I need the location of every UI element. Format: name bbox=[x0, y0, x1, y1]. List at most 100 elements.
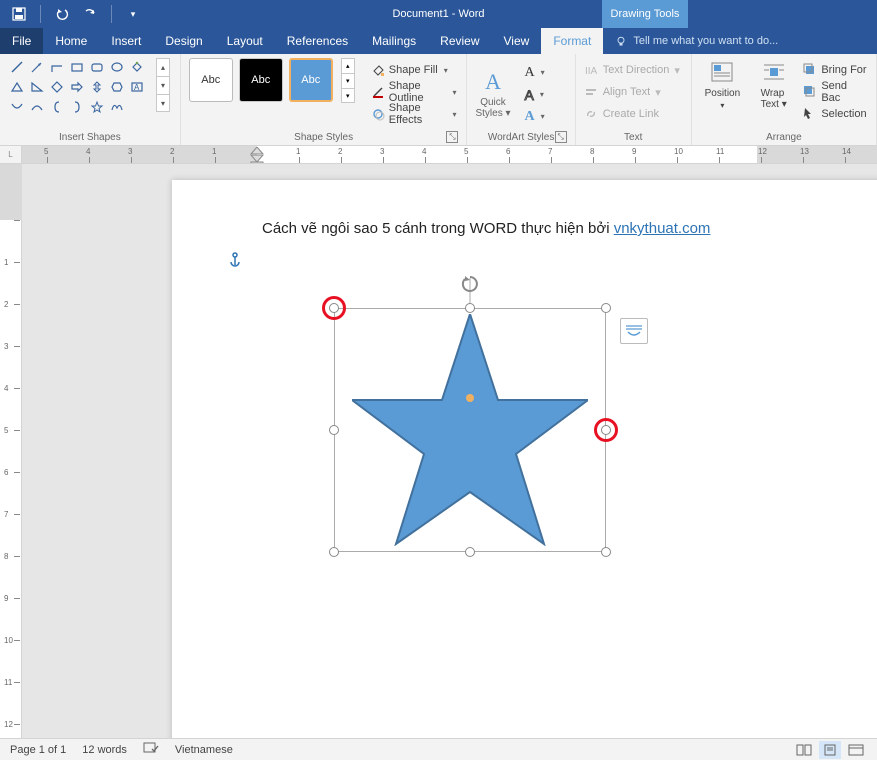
view-read-mode[interactable] bbox=[793, 741, 815, 759]
triangle-shape-icon[interactable] bbox=[8, 78, 26, 96]
view-print-layout[interactable] bbox=[819, 741, 841, 759]
shape-adjust-handle[interactable] bbox=[466, 394, 474, 402]
text-effects-button[interactable]: A▾ bbox=[523, 107, 547, 127]
shapes-scroll-down[interactable]: ▾ bbox=[156, 76, 170, 94]
body-link[interactable]: vnkythuat.com bbox=[614, 220, 711, 237]
resize-handle-sw[interactable] bbox=[329, 547, 339, 557]
wrap-text-button[interactable]: WrapText ▾ bbox=[751, 58, 796, 110]
arrow-updown-shape-icon[interactable] bbox=[88, 78, 106, 96]
tab-layout[interactable]: Layout bbox=[215, 28, 275, 54]
position-button[interactable]: Position ▾ bbox=[700, 58, 745, 110]
undo-button[interactable] bbox=[51, 3, 73, 25]
create-link-icon bbox=[584, 107, 598, 121]
text-fill-button[interactable]: A▾ bbox=[523, 63, 547, 83]
bring-forward-button[interactable]: Bring For bbox=[802, 60, 868, 80]
tab-design[interactable]: Design bbox=[153, 28, 214, 54]
body-text[interactable]: Cách vẽ ngôi sao 5 cánh trong WORD thực … bbox=[262, 221, 710, 237]
shape-fill-button[interactable]: Shape Fill▾ bbox=[369, 60, 459, 80]
layout-options-button[interactable] bbox=[620, 318, 648, 344]
rotate-handle[interactable] bbox=[460, 274, 480, 299]
rounded-rect-shape-icon[interactable] bbox=[88, 58, 106, 76]
edit-shape-icon[interactable] bbox=[128, 58, 146, 76]
bring-forward-label: Bring For bbox=[821, 64, 866, 76]
status-word-count[interactable]: 12 words bbox=[82, 744, 127, 756]
text-direction-button[interactable]: IIA Text Direction▾ bbox=[584, 60, 680, 80]
resize-handle-se[interactable] bbox=[601, 547, 611, 557]
send-backward-button[interactable]: Send Bac bbox=[802, 82, 868, 102]
tell-me-box[interactable]: Tell me what you want to do... bbox=[603, 28, 877, 54]
status-page[interactable]: Page 1 of 1 bbox=[10, 744, 66, 756]
document-canvas[interactable]: Cách vẽ ngôi sao 5 cánh trong WORD thực … bbox=[22, 164, 877, 738]
align-text-button[interactable]: Align Text▾ bbox=[584, 82, 680, 102]
brace-left-icon[interactable] bbox=[48, 98, 66, 116]
shape-style-blue-selected[interactable]: Abc bbox=[289, 58, 333, 102]
text-effects-icon: A bbox=[525, 109, 535, 125]
brace-right-icon[interactable] bbox=[68, 98, 86, 116]
shape-selection-box[interactable] bbox=[334, 308, 606, 552]
position-label: Position bbox=[705, 88, 741, 99]
create-link-button[interactable]: Create Link bbox=[584, 104, 680, 124]
bring-forward-icon bbox=[802, 62, 816, 79]
resize-handle-ne[interactable] bbox=[601, 303, 611, 313]
shape-style-black[interactable]: Abc bbox=[239, 58, 283, 102]
shape-styles-gallery[interactable]: Abc Abc Abc bbox=[189, 58, 333, 102]
star-shape[interactable] bbox=[352, 314, 588, 546]
diamond-shape-icon[interactable] bbox=[48, 78, 66, 96]
rect-shape-icon[interactable] bbox=[68, 58, 86, 76]
redo-button[interactable] bbox=[79, 3, 101, 25]
hexagon-shape-icon[interactable] bbox=[108, 78, 126, 96]
textbox-shape-icon[interactable]: A bbox=[128, 78, 146, 96]
tab-file[interactable]: File bbox=[0, 28, 43, 54]
resize-handle-w[interactable] bbox=[329, 425, 339, 435]
vertical-ruler[interactable]: 12345678910111213141516 bbox=[0, 164, 22, 738]
arrow-shape-icon[interactable] bbox=[28, 58, 46, 76]
tab-review[interactable]: Review bbox=[428, 28, 491, 54]
freeform-shape-icon[interactable] bbox=[108, 98, 126, 116]
wordart-quick-styles[interactable]: A QuickStyles ▾ bbox=[475, 69, 510, 119]
arrow-right-shape-icon[interactable] bbox=[68, 78, 86, 96]
wordart-dialog-launcher[interactable]: ⤡ bbox=[555, 131, 567, 143]
group-label-insert-shapes: Insert Shapes bbox=[59, 132, 121, 143]
text-outline-button[interactable]: A▾ bbox=[523, 85, 547, 105]
tab-mailings[interactable]: Mailings bbox=[360, 28, 428, 54]
text-outline-icon: A bbox=[525, 87, 534, 103]
shapes-scroll-up[interactable]: ▴ bbox=[156, 58, 170, 76]
resize-handle-n[interactable] bbox=[465, 303, 475, 313]
tab-references[interactable]: References bbox=[275, 28, 360, 54]
text-direction-label: Text Direction bbox=[603, 64, 670, 76]
shape-effects-button[interactable]: Shape Effects▾ bbox=[369, 104, 459, 124]
customize-qa-button[interactable]: ▾ bbox=[122, 3, 144, 25]
status-spellcheck-icon[interactable] bbox=[143, 741, 159, 758]
tab-home[interactable]: Home bbox=[43, 28, 99, 54]
selection-pane-button[interactable]: Selection bbox=[802, 104, 868, 124]
shapes-gallery[interactable]: A bbox=[8, 58, 146, 116]
resize-handle-s[interactable] bbox=[465, 547, 475, 557]
styles-more-button[interactable]: ▾ bbox=[341, 88, 355, 103]
group-label-text: Text bbox=[624, 132, 642, 143]
ribbon-tabs: File Home Insert Design Layout Reference… bbox=[0, 28, 877, 54]
hanging-indent-icon[interactable] bbox=[250, 155, 264, 163]
tab-insert[interactable]: Insert bbox=[99, 28, 153, 54]
shape-outline-button[interactable]: Shape Outline▾ bbox=[369, 82, 459, 102]
shapes-more-button[interactable]: ▾ bbox=[156, 94, 170, 112]
view-web-layout[interactable] bbox=[845, 741, 867, 759]
horizontal-ruler[interactable]: 5432112345678910111213141516 bbox=[22, 146, 877, 163]
oval-shape-icon[interactable] bbox=[108, 58, 126, 76]
save-button[interactable] bbox=[8, 3, 30, 25]
group-label-wordart: WordArt Styles bbox=[488, 132, 555, 143]
highlight-ring-nw bbox=[322, 296, 346, 320]
status-language[interactable]: Vietnamese bbox=[175, 744, 233, 756]
styles-scroll-down[interactable]: ▾ bbox=[341, 73, 355, 88]
tab-view[interactable]: View bbox=[492, 28, 542, 54]
right-triangle-shape-icon[interactable] bbox=[28, 78, 46, 96]
elbow-shape-icon[interactable] bbox=[48, 58, 66, 76]
styles-scroll-up[interactable]: ▴ bbox=[341, 58, 355, 73]
curve-shape-icon[interactable] bbox=[8, 98, 26, 116]
shape-styles-dialog-launcher[interactable]: ⤡ bbox=[446, 131, 458, 143]
arc-shape-icon[interactable] bbox=[28, 98, 46, 116]
line-shape-icon[interactable] bbox=[8, 58, 26, 76]
tab-format[interactable]: Format bbox=[541, 28, 603, 54]
star-shape-icon[interactable] bbox=[88, 98, 106, 116]
anchor-icon[interactable] bbox=[228, 252, 242, 273]
shape-style-white[interactable]: Abc bbox=[189, 58, 233, 102]
